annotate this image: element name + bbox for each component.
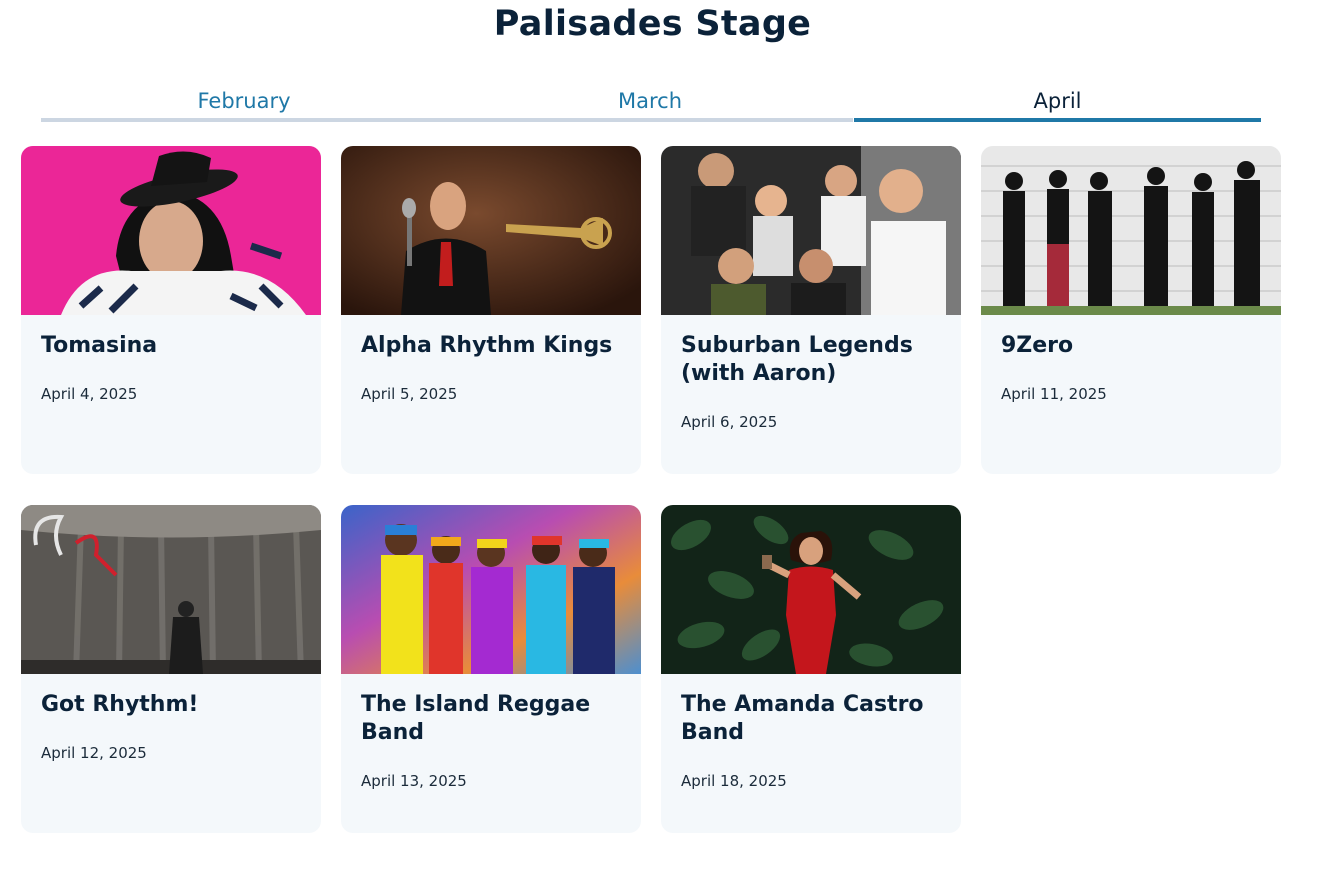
event-date: April 11, 2025 bbox=[1001, 385, 1107, 403]
event-image[interactable] bbox=[341, 505, 641, 674]
event-card-amanda-castro-band[interactable]: The Amanda Castro Band April 18, 2025 bbox=[661, 505, 961, 833]
event-title[interactable]: The Amanda Castro Band bbox=[681, 691, 946, 747]
event-title[interactable]: The Island Reggae Band bbox=[361, 691, 626, 747]
event-card-got-rhythm[interactable]: Got Rhythm! April 12, 2025 bbox=[21, 505, 321, 833]
event-card-9zero[interactable]: 9Zero April 11, 2025 bbox=[981, 146, 1281, 474]
event-date: April 12, 2025 bbox=[41, 744, 147, 762]
tab-april[interactable]: April bbox=[854, 86, 1261, 122]
event-date: April 5, 2025 bbox=[361, 385, 458, 403]
tab-february[interactable]: February bbox=[41, 86, 447, 122]
event-title[interactable]: Got Rhythm! bbox=[41, 691, 306, 719]
month-tabs: February March April bbox=[41, 86, 1261, 122]
event-image[interactable] bbox=[661, 146, 961, 315]
event-card-tomasina[interactable]: Tomasina April 4, 2025 bbox=[21, 146, 321, 474]
event-image[interactable] bbox=[21, 146, 321, 315]
event-card-island-reggae-band[interactable]: The Island Reggae Band April 13, 2025 bbox=[341, 505, 641, 833]
event-card-alpha-rhythm-kings[interactable]: Alpha Rhythm Kings April 5, 2025 bbox=[341, 146, 641, 474]
event-title[interactable]: Tomasina bbox=[41, 332, 306, 360]
event-card-suburban-legends[interactable]: Suburban Legends (with Aaron) April 6, 2… bbox=[661, 146, 961, 474]
event-image[interactable] bbox=[341, 146, 641, 315]
event-image[interactable] bbox=[21, 505, 321, 674]
tab-march[interactable]: March bbox=[447, 86, 853, 122]
page-title: Palisades Stage bbox=[493, 4, 812, 44]
event-date: April 4, 2025 bbox=[41, 385, 138, 403]
event-image[interactable] bbox=[981, 146, 1281, 315]
event-image[interactable] bbox=[661, 505, 961, 674]
event-date: April 18, 2025 bbox=[681, 772, 787, 790]
event-title[interactable]: Suburban Legends (with Aaron) bbox=[681, 332, 946, 388]
event-title[interactable]: Alpha Rhythm Kings bbox=[361, 332, 626, 360]
event-date: April 6, 2025 bbox=[681, 413, 778, 431]
event-title[interactable]: 9Zero bbox=[1001, 332, 1266, 360]
event-date: April 13, 2025 bbox=[361, 772, 467, 790]
